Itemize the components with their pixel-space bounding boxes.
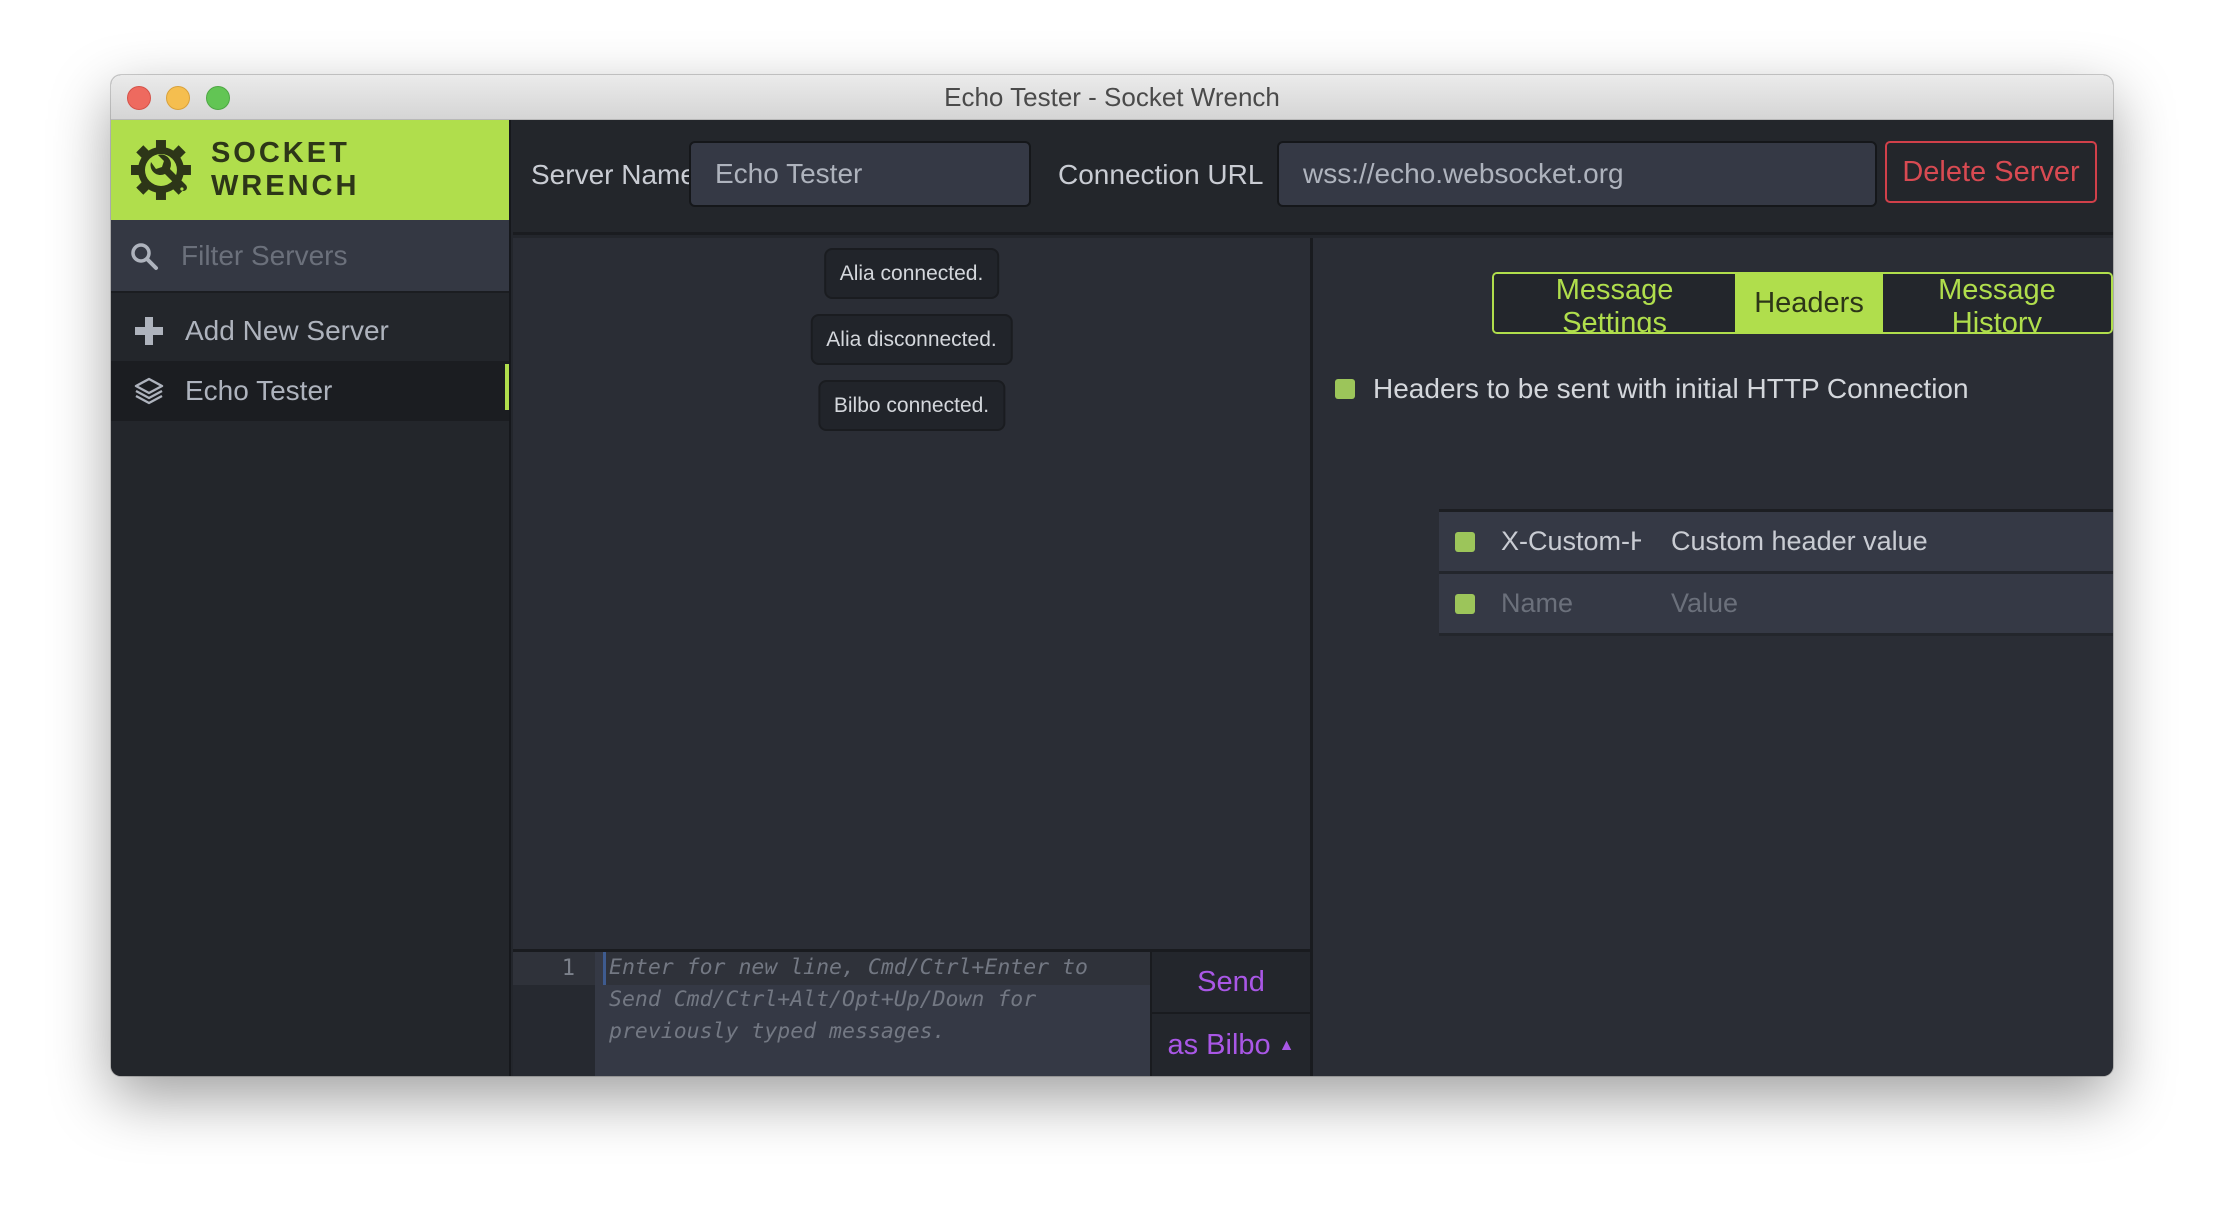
server-name-label: Server Name <box>531 159 696 190</box>
tab-message-history[interactable]: Message History <box>1882 274 2111 332</box>
add-new-server-button[interactable]: Add New Server <box>111 301 509 361</box>
message-editor <box>595 952 1150 1076</box>
sidebar: SOCKET WRENCH Add New Server <box>111 120 511 1076</box>
message-item: Bilbo connected. <box>817 380 1006 431</box>
headers-title-text: Headers to be sent with initial HTTP Con… <box>1373 373 1969 404</box>
plus-icon <box>135 317 163 345</box>
headers-section-title: Headers to be sent with initial HTTP Con… <box>1335 373 1969 405</box>
connection-url-input[interactable] <box>1277 141 1877 207</box>
search-icon <box>131 242 158 270</box>
header-value-input[interactable] <box>1671 588 2113 619</box>
text-cursor <box>603 952 606 985</box>
message-item: Alia connected. <box>823 248 1000 299</box>
settings-panel: Message Settings Headers Message History… <box>1313 238 2113 1076</box>
message-log: Alia connected. Alia disconnected. Bilbo… <box>513 238 1310 949</box>
server-name-input[interactable] <box>689 141 1031 207</box>
connection-url-label: Connection URL <box>1058 159 1264 190</box>
brand-header: SOCKET WRENCH <box>111 120 509 220</box>
header-name-input[interactable] <box>1501 526 1641 557</box>
header-enabled-checkbox[interactable] <box>1455 531 1475 552</box>
tab-headers[interactable]: Headers <box>1737 274 1883 332</box>
filter-servers <box>111 220 509 293</box>
message-item: Alia disconnected. <box>810 314 1013 365</box>
add-new-server-label: Add New Server <box>185 315 389 346</box>
delete-server-button[interactable]: Delete Server <box>1885 141 2097 203</box>
title-bar: Echo Tester - Socket Wrench <box>111 75 2113 120</box>
server-settings-bar: Server Name Connection URL Delete Server <box>513 120 2113 235</box>
settings-tabs: Message Settings Headers Message History <box>1492 272 2113 334</box>
send-controls: Send as Bilbo ▲ <box>1150 952 1310 1076</box>
server-item-echo-tester[interactable]: Echo Tester <box>111 361 509 421</box>
header-value-input[interactable] <box>1671 526 2113 557</box>
zoom-window-button[interactable] <box>206 86 230 110</box>
send-as-user-dropdown[interactable]: as Bilbo ▲ <box>1152 1014 1310 1076</box>
close-window-button[interactable] <box>127 86 151 110</box>
send-as-user-label: as Bilbo <box>1167 1028 1271 1061</box>
message-composer: 1 Send as Bilbo ▲ <box>513 949 1310 1076</box>
gear-wrench-icon <box>130 140 191 200</box>
server-item-label: Echo Tester <box>185 375 333 406</box>
header-name-input[interactable] <box>1501 588 1641 619</box>
header-enabled-checkbox[interactable] <box>1455 593 1475 614</box>
message-input[interactable] <box>609 952 1149 1076</box>
line-number: 1 <box>513 952 605 985</box>
caret-up-icon: ▲ <box>1278 1036 1295 1054</box>
headers-enabled-checkbox[interactable] <box>1335 379 1355 399</box>
headers-table <box>1439 509 2113 636</box>
filter-servers-input[interactable] <box>181 239 481 272</box>
brand-name: SOCKET WRENCH <box>210 137 360 202</box>
header-row <box>1439 574 2113 636</box>
minimize-window-button[interactable] <box>166 86 190 110</box>
layers-icon <box>134 377 164 405</box>
window-title: Echo Tester - Socket Wrench <box>944 82 1280 112</box>
send-button[interactable]: Send <box>1152 952 1310 1014</box>
tab-message-settings[interactable]: Message Settings <box>1494 274 1738 332</box>
app-window: Echo Tester - Socket Wrench SOCKET WRENC… <box>111 75 2113 1076</box>
header-row <box>1439 512 2113 574</box>
